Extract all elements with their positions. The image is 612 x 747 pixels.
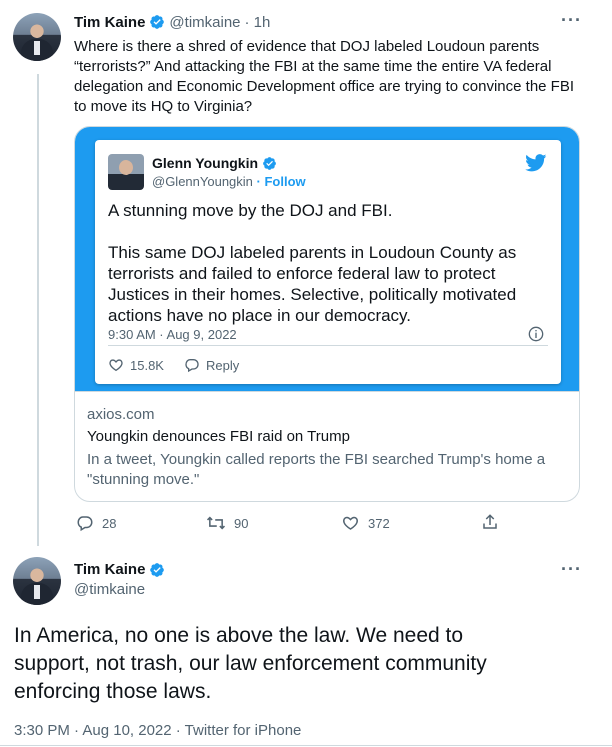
embedded-reply-label: Reply	[205, 357, 240, 373]
tweet-header: Tim Kaine @timkaine · 1h	[74, 12, 270, 32]
author-handle[interactable]: @timkaine	[169, 14, 240, 31]
divider	[0, 745, 612, 746]
author-name[interactable]: Tim Kaine	[74, 561, 145, 578]
like-count: 372	[368, 515, 390, 531]
author-name[interactable]: Tim Kaine	[74, 14, 145, 31]
embedded-timestamp: 9:30 AM · Aug 9, 2022	[108, 327, 237, 342]
reply-icon	[185, 359, 199, 373]
more-options-icon[interactable]: ···	[561, 10, 582, 31]
embedded-like-count: 15.8K	[130, 357, 164, 373]
tweet-text: Where is there a shred of evidence that …	[74, 38, 575, 115]
card-description: In a tweet, Youngkin called reports the …	[87, 451, 546, 488]
retweet-button[interactable]: 90	[206, 514, 248, 532]
info-icon	[528, 326, 544, 342]
embedded-tweet: Glenn Youngkin @GlennYoungkin · Follow A…	[95, 140, 561, 384]
retweet-icon	[206, 516, 226, 530]
heart-icon	[343, 516, 358, 530]
verified-badge-icon	[150, 562, 165, 577]
tweet-time[interactable]: · 1h	[245, 14, 271, 31]
embedded-author-handle: @GlennYoungkin	[152, 174, 253, 189]
card-domain: axios.com	[87, 406, 155, 423]
card-image: Glenn Youngkin @GlennYoungkin · Follow A…	[75, 127, 579, 391]
author-handle[interactable]: @timkaine	[74, 581, 145, 598]
follow-link: · Follow	[256, 174, 306, 189]
twitter-bird-icon	[525, 154, 547, 172]
link-card[interactable]: Glenn Youngkin @GlennYoungkin · Follow A…	[74, 126, 580, 502]
reply-count: 28	[102, 515, 117, 531]
share-button[interactable]	[481, 513, 499, 531]
more-options-icon[interactable]: ···	[561, 559, 582, 580]
embedded-avatar	[108, 154, 144, 190]
reply-icon	[77, 516, 93, 532]
avatar[interactable]	[13, 557, 61, 605]
reply-button[interactable]: 28	[76, 514, 116, 532]
verified-badge-icon	[263, 156, 276, 170]
card-title: Youngkin denounces FBI raid on Trump	[87, 428, 350, 445]
tweet-timestamp[interactable]: 3:30 PM · Aug 10, 2022 · Twitter for iPh…	[14, 722, 301, 739]
embedded-tweet-text: A stunning move by the DOJ and FBI. This…	[108, 201, 517, 325]
share-icon	[483, 514, 497, 529]
retweet-count: 90	[234, 515, 249, 531]
avatar[interactable]	[13, 13, 61, 61]
heart-icon	[109, 359, 123, 372]
embedded-author-name: Glenn Youngkin	[152, 155, 259, 171]
like-button[interactable]: 372	[341, 514, 390, 532]
tweet-text: In America, no one is above the law. We …	[14, 624, 487, 703]
thread-connector-line	[37, 74, 39, 546]
verified-badge-icon	[150, 15, 165, 29]
tweet-header: Tim Kaine	[74, 561, 165, 578]
